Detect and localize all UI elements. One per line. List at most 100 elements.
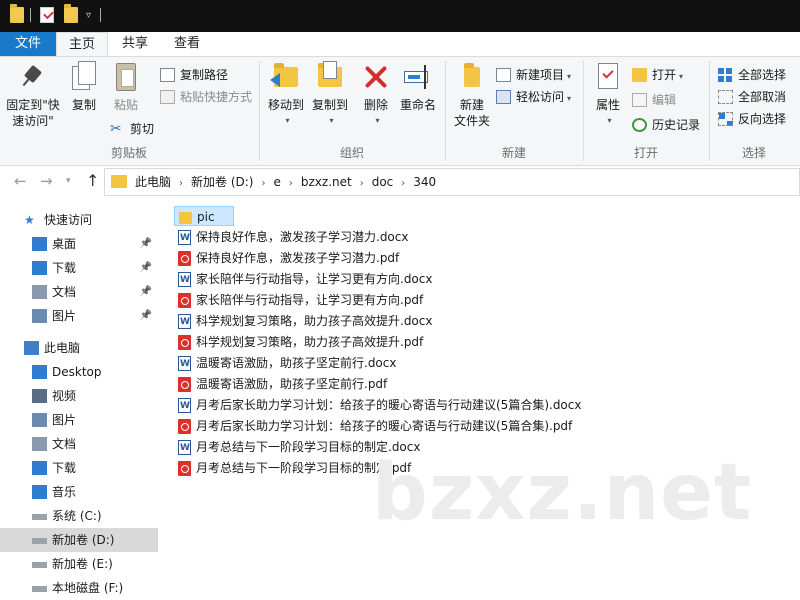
- nav-item-label: 文档: [52, 285, 77, 299]
- word-document-icon: [178, 438, 191, 458]
- copy-path-button[interactable]: 复制路径: [160, 65, 228, 85]
- nav-item-pc[interactable]: 音乐: [0, 480, 158, 504]
- nav-item-label: 新加卷 (E:): [52, 557, 113, 571]
- select-all-button[interactable]: 全部选择: [718, 65, 786, 85]
- copy-button[interactable]: 复制: [64, 61, 104, 113]
- download-icon: [32, 261, 47, 275]
- file-name: 月考后家长助力学习计划：给孩子的暖心寄语与行动建议(5篇合集).pdf: [196, 419, 573, 433]
- select-group-label: 选择: [741, 146, 766, 160]
- select-group: 全部选择 全部取消 反向选择 选择: [710, 57, 798, 165]
- nav-item-quick[interactable]: 桌面 📌: [0, 232, 158, 256]
- pin-icon: 📌: [139, 238, 152, 249]
- move-to-icon: [270, 61, 302, 93]
- clipboard-icon: [110, 61, 142, 93]
- cut-button[interactable]: ✂ 剪切: [110, 119, 154, 139]
- word-document-icon: [178, 270, 191, 290]
- computer-icon: [24, 341, 39, 355]
- rename-button[interactable]: 重命名: [396, 61, 440, 113]
- pin-icon: 📌: [139, 286, 152, 297]
- word-document-icon: [178, 312, 191, 332]
- nav-item-pc[interactable]: 视频: [0, 384, 158, 408]
- separator: [30, 8, 31, 22]
- new-folder-button[interactable]: 新建 文件夹: [450, 61, 494, 129]
- copy-label: 复制: [71, 98, 96, 112]
- up-arrow-icon[interactable]: ↑: [86, 171, 99, 190]
- edit-button[interactable]: 编辑: [632, 90, 676, 110]
- copy-icon: [68, 61, 100, 93]
- folder-icon[interactable]: [10, 4, 24, 23]
- pin-quick-access-button[interactable]: 固定到"快 速访问": [2, 61, 64, 129]
- easy-access-button[interactable]: 轻松访问 ▾: [496, 87, 571, 107]
- open-group: 属性 ▾ 打开 ▾ 编辑 历史记录 打开: [584, 57, 708, 165]
- new-item-button[interactable]: 新建项目 ▾: [496, 65, 571, 85]
- tab-view[interactable]: 查看: [164, 32, 210, 56]
- ribbon-tabs: 文件 主页 共享 查看: [0, 32, 800, 56]
- paste-button[interactable]: 粘贴: [106, 61, 146, 113]
- new-item-label: 新建项目: [516, 68, 565, 82]
- download-icon: [32, 461, 47, 475]
- breadcrumb-item[interactable]: 此电脑: [135, 169, 171, 195]
- recent-locations-chevron-icon[interactable]: ▾: [66, 176, 71, 186]
- nav-quick-access[interactable]: ★ 快速访问: [0, 208, 158, 232]
- history-button[interactable]: 历史记录: [632, 115, 700, 135]
- nav-item-label: 下载: [52, 261, 77, 275]
- copy-to-icon: [314, 61, 346, 93]
- move-to-button[interactable]: 移动到 ▾: [264, 61, 308, 129]
- copy-path-label: 复制路径: [180, 68, 229, 82]
- nav-item-quick[interactable]: 文档 📌: [0, 280, 158, 304]
- nav-item-quick[interactable]: 下载 📌: [0, 256, 158, 280]
- breadcrumb-item[interactable]: e: [273, 169, 280, 195]
- videos-icon: [32, 389, 47, 403]
- pdf-icon: [178, 419, 191, 434]
- properties-icon: [592, 61, 624, 93]
- nav-item-label: 图片: [52, 309, 77, 323]
- breadcrumb-chevron-icon[interactable]: ›: [360, 171, 364, 197]
- breadcrumb-item[interactable]: 340: [413, 169, 436, 195]
- nav-item-quick[interactable]: 图片 📌: [0, 304, 158, 328]
- breadcrumb-chevron-icon[interactable]: ›: [401, 171, 405, 197]
- rename-icon: [402, 61, 434, 93]
- nav-item-pc[interactable]: 本地磁盘 (F:): [0, 576, 158, 600]
- chevron-down-icon: ▾: [679, 72, 684, 81]
- nav-item-pc[interactable]: 图片: [0, 408, 158, 432]
- delete-button[interactable]: 删除 ▾: [358, 61, 394, 129]
- nav-item-pc[interactable]: 新加卷 (E:): [0, 552, 158, 576]
- breadcrumb-item[interactable]: bzxz.net: [301, 169, 352, 195]
- tab-share[interactable]: 共享: [112, 32, 158, 56]
- select-none-button[interactable]: 全部取消: [718, 87, 786, 107]
- paste-shortcut-button[interactable]: 粘贴快捷方式: [160, 87, 252, 107]
- invert-selection-button[interactable]: 反向选择: [718, 109, 786, 129]
- folder-icon: [179, 212, 192, 224]
- tab-file[interactable]: 文件: [0, 32, 56, 56]
- copy-to-button[interactable]: 复制到 ▾: [308, 61, 352, 129]
- nav-item-pc[interactable]: 系统 (C:): [0, 504, 158, 528]
- file-name: 保持良好作息，激发孩子学习潜力.pdf: [196, 251, 400, 265]
- tab-home[interactable]: 主页: [56, 32, 108, 56]
- back-arrow-icon[interactable]: ←: [14, 172, 27, 190]
- breadcrumb-item[interactable]: 新加卷 (D:): [191, 169, 253, 195]
- folder-row[interactable]: pic: [174, 206, 234, 226]
- breadcrumb-chevron-icon[interactable]: ›: [179, 171, 183, 197]
- properties-button[interactable]: 属性 ▾: [588, 61, 628, 129]
- nav-this-pc[interactable]: 此电脑: [0, 336, 158, 360]
- nav-item-pc[interactable]: Desktop: [0, 360, 158, 384]
- open-group-label: 打开: [633, 146, 658, 160]
- open-icon: [632, 68, 647, 82]
- pictures-icon: [32, 309, 47, 323]
- nav-item-pc[interactable]: 新加卷 (D:): [0, 528, 158, 552]
- open-button[interactable]: 打开 ▾: [632, 65, 683, 85]
- nav-item-pc[interactable]: 下载: [0, 456, 158, 480]
- file-name: 保持良好作息，激发孩子学习潜力.docx: [196, 230, 409, 244]
- breadcrumb-item[interactable]: doc: [372, 169, 394, 195]
- properties-icon[interactable]: [40, 7, 54, 23]
- forward-arrow-icon[interactable]: →: [40, 172, 53, 190]
- breadcrumb-chevron-icon[interactable]: ›: [289, 171, 293, 197]
- word-document-icon: [178, 354, 191, 374]
- customize-toolbar-chevron-icon[interactable]: ▿: [86, 10, 91, 21]
- rename-label: 重命名: [399, 98, 436, 112]
- address-bar[interactable]: 此电脑 › 新加卷 (D:) › e › bzxz.net › doc › 340: [104, 168, 800, 196]
- breadcrumb-chevron-icon[interactable]: ›: [261, 171, 265, 197]
- nav-item-pc[interactable]: 文档: [0, 432, 158, 456]
- new-folder-icon[interactable]: [64, 4, 78, 23]
- paste-shortcut-label: 粘贴快捷方式: [180, 90, 253, 104]
